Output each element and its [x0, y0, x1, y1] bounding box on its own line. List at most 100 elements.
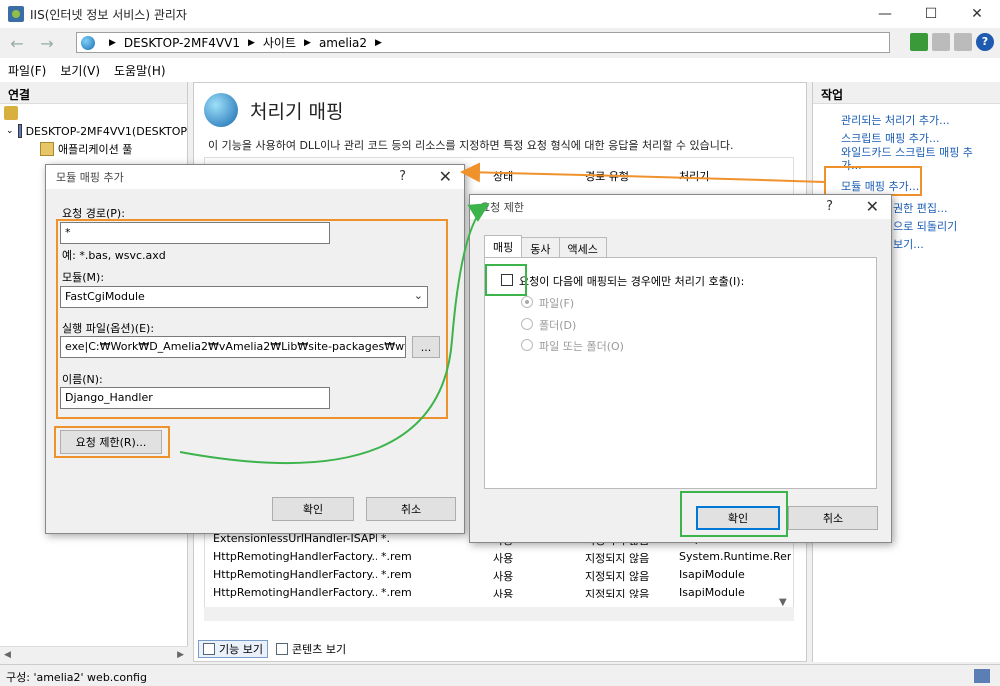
menu-view[interactable]: 보기(V) [60, 62, 100, 79]
ok-button[interactable]: 확인 [272, 497, 354, 521]
add-managed-handler-link[interactable]: 관리되는 처리기 추가... [841, 112, 950, 128]
breadcrumb-site[interactable]: amelia2 [319, 36, 367, 50]
dialog-close-button[interactable]: ✕ [439, 167, 452, 186]
cell-name: HttpRemotingHandlerFactory... [213, 550, 377, 563]
cell-handler: System.Runtime.Rem [679, 550, 791, 563]
back-button[interactable]: ← [4, 32, 30, 54]
forward-button[interactable]: → [34, 32, 60, 54]
dialog-help-button[interactable]: ? [826, 199, 833, 214]
cancel-button[interactable]: 취소 [788, 506, 878, 530]
address-path[interactable]: ▶ DESKTOP-2MF4VV1 ▶ 사이트 ▶ amelia2 ▶ [76, 32, 890, 53]
cell-state: 사용 [493, 552, 514, 565]
edit-permissions-link[interactable]: 권한 편집... [893, 200, 947, 216]
window-controls: — ☐ ✕ [862, 0, 1000, 28]
cell-handler: IsapiModule [679, 586, 745, 598]
breadcrumb-separator: ▶ [247, 37, 255, 48]
dialog-title: 모듈 매핑 추가 [56, 171, 124, 184]
table-row[interactable]: HttpRemotingHandlerFactory... *.rem 사용 지… [213, 584, 793, 598]
dialog-close-button[interactable]: ✕ [866, 197, 879, 216]
connect-icon[interactable] [4, 106, 18, 120]
breadcrumb-separator: ▶ [304, 37, 311, 48]
table-row[interactable]: HttpRemotingHandlerFactory... *.rem 사용 지… [213, 566, 793, 584]
cell-handler: IsapiModule [679, 568, 745, 581]
cell-name: HttpRemotingHandlerFactory... [213, 568, 377, 581]
window-title: IIS(인터넷 정보 서비스) 관리자 [30, 7, 187, 22]
connections-toolbar [0, 104, 187, 122]
cell-state: 사용 [493, 588, 514, 598]
iis-app-icon [8, 6, 24, 22]
cell-path: *.rem [381, 568, 412, 581]
features-view-icon [203, 643, 215, 655]
cell-name: HttpRemotingHandlerFactory... [213, 586, 377, 598]
page-description: 이 기능을 사용하여 DLL이나 관리 코드 등의 리소스를 지정하면 특정 요… [208, 139, 734, 152]
cell-path-type: 지정되지 않음 [585, 570, 650, 583]
network-icon [974, 669, 990, 683]
scroll-left-icon[interactable]: ◀ [4, 650, 11, 660]
mapping-tab-panel: 요청이 다음에 매핑되는 경우에만 처리기 호출(I): 파일(F) 폴더(D)… [484, 257, 877, 489]
refresh-icon[interactable] [910, 33, 928, 51]
view-tabs: 기능 보기 콘텐츠 보기 [198, 640, 350, 658]
help-icon[interactable]: ? [976, 33, 994, 51]
tree-item-app-pools[interactable]: 애플리케이션 풀 [0, 140, 187, 158]
radio-file-or-folder[interactable] [521, 339, 533, 351]
scroll-down-icon[interactable]: ▼ [779, 597, 787, 608]
server-icon [17, 124, 22, 138]
highlight-add-module-mapping [824, 166, 922, 196]
globe-icon [81, 35, 95, 50]
add-script-map-link[interactable]: 스크립트 매핑 추가... [841, 130, 939, 146]
breadcrumb-separator: ▶ [109, 37, 116, 48]
tree-item-label: DESKTOP-2MF4VV1(DESKTOP [25, 124, 187, 138]
tree-item-label: 애플리케이션 풀 [58, 143, 133, 156]
revert-to-parent-link[interactable]: 으로 되돌리기 [893, 218, 957, 234]
dialog-title: 요청 제한 [480, 201, 524, 214]
tab-label: 기능 보기 [219, 643, 263, 656]
highlight-request-restrictions [54, 426, 170, 458]
tab-mapping[interactable]: 매핑 [484, 235, 523, 257]
tab-features-view[interactable]: 기능 보기 [198, 640, 268, 658]
radio-file-or-folder-label: 파일 또는 폴더(O) [539, 340, 624, 353]
menu-help[interactable]: 도움말(H) [114, 62, 166, 79]
menu-file[interactable]: 파일(F) [8, 62, 46, 79]
column-header-handler[interactable]: 처리기 [679, 168, 791, 184]
handler-mappings-icon [204, 93, 238, 127]
tab-access[interactable]: 액세스 [558, 237, 607, 257]
table-hscrollbar[interactable] [204, 607, 794, 621]
column-header-path-type[interactable]: 경로 유형 [585, 168, 675, 184]
table-row[interactable]: HttpRemotingHandlerFactory... *.rem 사용 지… [213, 548, 793, 566]
radio-file[interactable] [521, 296, 533, 308]
cancel-button[interactable]: 취소 [366, 497, 456, 521]
highlight-checkbox [485, 264, 527, 296]
dialog-help-button[interactable]: ? [399, 169, 406, 184]
address-tools: ? [910, 33, 994, 51]
cell-state: 사용 [493, 570, 514, 583]
cell-path-type: 지정되지 않음 [585, 588, 650, 598]
chevron-down-icon[interactable]: ⌄ [6, 126, 14, 136]
highlight-mapping-fields [56, 219, 448, 419]
address-bar: ← → ▶ DESKTOP-2MF4VV1 ▶ 사이트 ▶ amelia2 ▶ … [0, 28, 1000, 58]
restriction-tabs: 매핑 동사 액세스 [484, 235, 607, 257]
tree-item-server[interactable]: ⌄ DESKTOP-2MF4VV1(DESKTOP [0, 122, 187, 140]
connections-header: 연결 [0, 82, 187, 104]
status-text: 구성: 'amelia2' web.config [6, 671, 147, 684]
highlight-ok-button [680, 491, 788, 537]
tab-content-view[interactable]: 콘텐츠 보기 [272, 640, 350, 658]
minimize-button[interactable]: — [862, 0, 908, 28]
breadcrumb-sites[interactable]: 사이트 [263, 34, 296, 51]
actions-header: 작업 [813, 82, 1000, 104]
radio-folder[interactable] [521, 318, 533, 330]
column-header-state[interactable]: 상태 [493, 168, 583, 184]
scroll-right-icon[interactable]: ▶ [177, 650, 184, 660]
home-icon[interactable] [954, 33, 972, 51]
close-button[interactable]: ✕ [954, 0, 1000, 28]
page-title: 처리기 매핑 [250, 100, 344, 123]
breadcrumb-server[interactable]: DESKTOP-2MF4VV1 [124, 36, 240, 50]
connections-hscrollbar[interactable]: ◀ ▶ [0, 646, 188, 662]
breadcrumb-separator: ▶ [375, 37, 382, 48]
radio-file-label: 파일(F) [539, 297, 575, 310]
tab-verbs[interactable]: 동사 [521, 237, 560, 257]
maximize-button[interactable]: ☐ [908, 0, 954, 28]
add-module-mapping-dialog: 모듈 매핑 추가 ? ✕ 요청 경로(P): * 예: *.bas, wsvc.… [45, 164, 465, 534]
stop-icon[interactable] [932, 33, 950, 51]
status-bar: 구성: 'amelia2' web.config [0, 664, 1000, 686]
view-ordered-list-link[interactable]: 보기... [893, 236, 924, 252]
